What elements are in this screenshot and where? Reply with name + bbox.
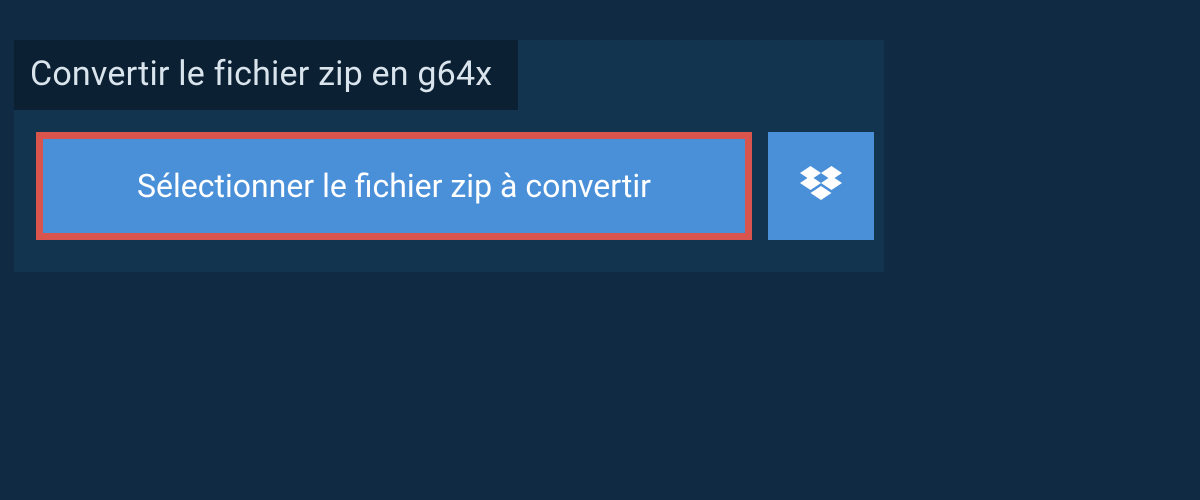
dropbox-icon — [800, 166, 842, 206]
button-row: Sélectionner le fichier zip à convertir — [36, 132, 884, 240]
dropbox-button[interactable] — [768, 132, 874, 240]
page-title: Convertir le fichier zip en g64x — [30, 54, 492, 94]
select-file-label: Sélectionner le fichier zip à convertir — [137, 167, 651, 205]
converter-panel: Convertir le fichier zip en g64x Sélecti… — [14, 40, 884, 272]
select-file-button[interactable]: Sélectionner le fichier zip à convertir — [36, 132, 752, 240]
title-container: Convertir le fichier zip en g64x — [14, 40, 518, 110]
